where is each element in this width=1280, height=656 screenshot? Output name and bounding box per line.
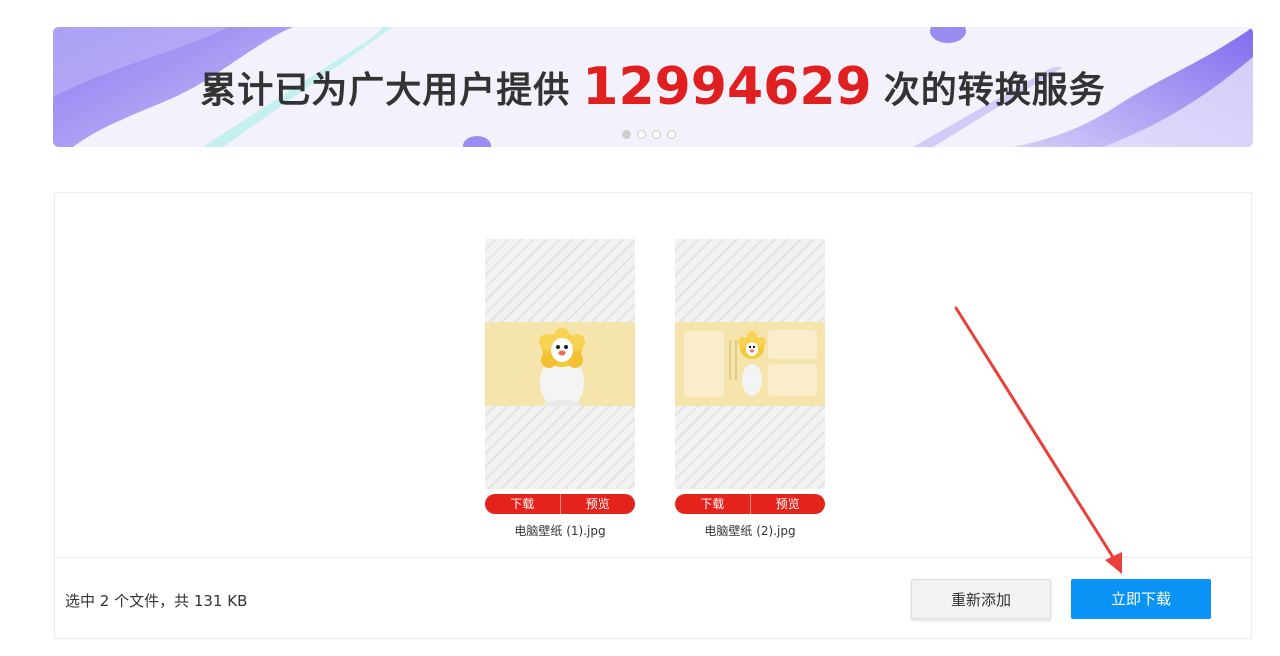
- carousel-dot-1[interactable]: [622, 130, 631, 139]
- download-button[interactable]: 下载: [485, 494, 560, 514]
- file-name: 电脑壁纸 (2).jpg: [704, 524, 796, 538]
- wallpaper-image: [485, 322, 635, 412]
- banner-suffix: 次的转换服务: [883, 70, 1106, 111]
- conversion-count: 12994629: [582, 57, 872, 117]
- download-now-button[interactable]: 立即下载: [1071, 579, 1211, 619]
- carousel-dot-4[interactable]: [667, 130, 676, 139]
- file-name: 电脑壁纸 (1).jpg: [514, 524, 606, 538]
- file-thumbnail[interactable]: [485, 239, 635, 489]
- file-thumbnail[interactable]: [675, 239, 825, 489]
- download-button[interactable]: 下载: [675, 494, 750, 514]
- banner-prefix: 累计已为广大用户提供: [200, 70, 571, 111]
- carousel-dot-3[interactable]: [652, 130, 661, 139]
- file-actions: 下载 预览: [675, 494, 825, 514]
- banner-headline: 累计已为广大用户提供 12994629 次的转换服务: [53, 27, 1253, 147]
- file-actions: 下载 预览: [485, 494, 635, 514]
- selection-status: 选中 2 个文件，共 131 KB: [65, 592, 248, 610]
- carousel-dot-2[interactable]: [637, 130, 646, 139]
- readd-button[interactable]: 重新添加: [911, 579, 1051, 619]
- preview-button[interactable]: 预览: [561, 494, 636, 514]
- file-card: 下载 预览 电脑壁纸 (1).jpg: [485, 239, 635, 539]
- promo-banner: 累计已为广大用户提供 12994629 次的转换服务: [53, 27, 1253, 147]
- preview-button[interactable]: 预览: [751, 494, 826, 514]
- file-card: 下载 预览 电脑壁纸 (2).jpg: [675, 239, 825, 539]
- result-panel: 下载 预览 电脑壁纸 (1).jpg 下载 预览 电脑壁纸 (2).jpg 选中…: [54, 192, 1252, 639]
- carousel-dots: [622, 130, 676, 139]
- wallpaper-image: [675, 322, 825, 406]
- footer-divider: [55, 557, 1251, 558]
